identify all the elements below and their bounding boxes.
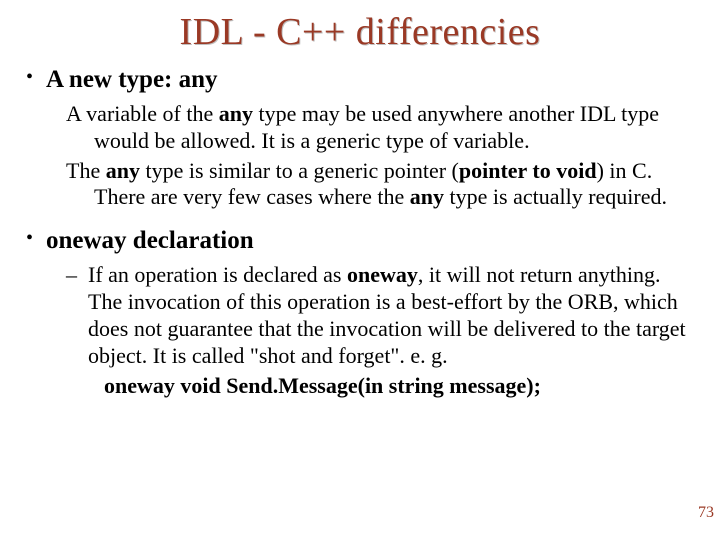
section-heading-any: A new type: any — [46, 64, 694, 95]
text-run: type is similar to a generic pointer ( — [140, 158, 459, 183]
code-example: oneway void Send.Message(in string messa… — [104, 373, 694, 399]
paragraph: A variable of the any type may be used a… — [66, 101, 694, 154]
section-heading-oneway: oneway declaration — [46, 225, 694, 256]
bold-run: pointer to void — [459, 158, 597, 183]
sub-bullet-item: If an operation is declared as oneway, i… — [66, 262, 694, 369]
slide-title: IDL - C++ differencies — [26, 10, 694, 54]
bullet-list: A new type: any A variable of the any ty… — [26, 64, 694, 399]
page-number: 73 — [698, 504, 714, 522]
text-run: If an operation is declared as — [88, 262, 347, 287]
section-any: A new type: any A variable of the any ty… — [26, 64, 694, 211]
slide: IDL - C++ differencies A new type: any A… — [0, 0, 720, 540]
bold-run: any — [410, 184, 444, 209]
section-any-body: A variable of the any type may be used a… — [66, 101, 694, 211]
paragraph: The any type is similar to a generic poi… — [66, 158, 694, 211]
bold-run: oneway — [347, 262, 418, 287]
text-run: The — [66, 158, 106, 183]
bold-run: any — [219, 101, 253, 126]
text-run: type is actually required. — [444, 184, 667, 209]
sub-bullet-list: If an operation is declared as oneway, i… — [66, 262, 694, 369]
text-run: A variable of the — [66, 101, 219, 126]
bold-run: any — [106, 158, 140, 183]
section-oneway: oneway declaration If an operation is de… — [26, 225, 694, 400]
